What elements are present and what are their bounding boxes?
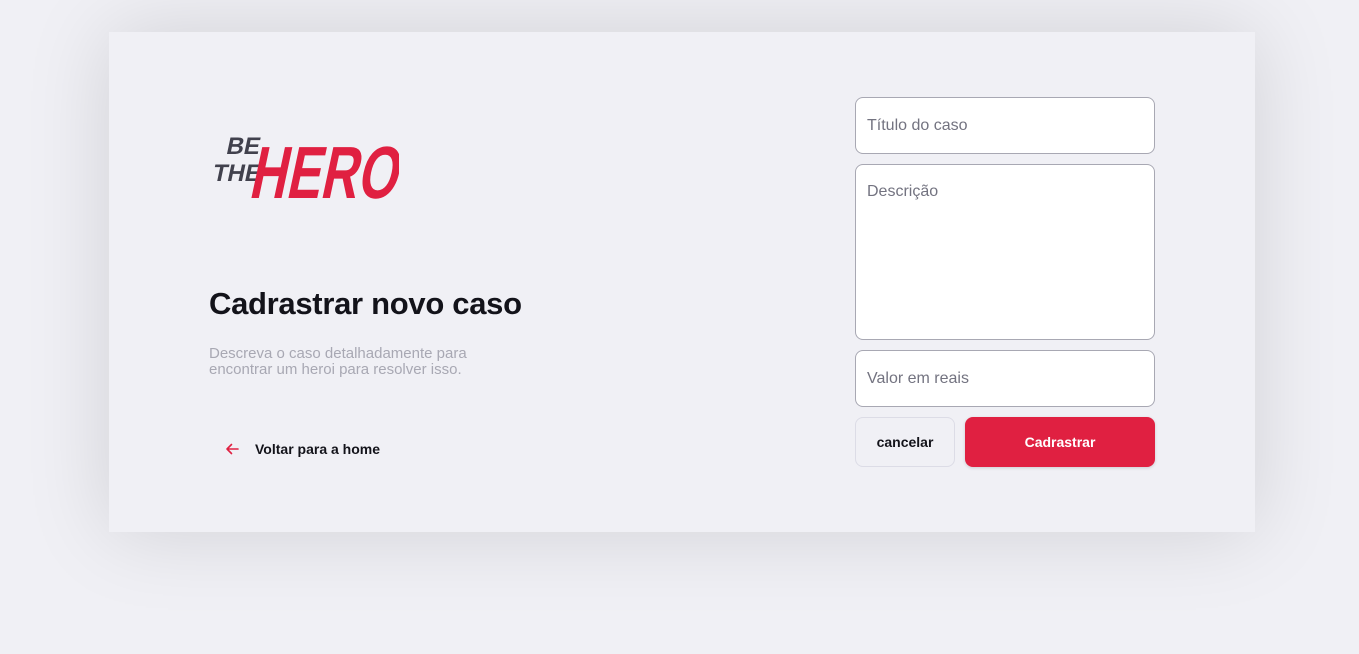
back-home-link[interactable]: Voltar para a home	[223, 440, 380, 458]
register-button[interactable]: Cadrastrar	[965, 417, 1155, 467]
case-value-input[interactable]	[855, 350, 1155, 407]
be-the-hero-logo: BE THE HERO	[209, 118, 399, 200]
register-case-card: BE THE HERO Cadrastrar novo caso Descrev…	[109, 32, 1255, 532]
left-section: BE THE HERO Cadrastrar novo caso Descrev…	[209, 32, 629, 532]
logo-text-hero: HERO	[245, 131, 399, 200]
case-description-textarea[interactable]	[855, 164, 1155, 340]
page-description: Descreva o caso detalhadamente para enco…	[209, 345, 467, 378]
page-title: Cadrastrar novo caso	[209, 286, 522, 321]
cancel-button[interactable]: cancelar	[855, 417, 955, 467]
arrow-left-icon	[223, 440, 241, 458]
back-home-label: Voltar para a home	[255, 441, 381, 457]
case-title-input[interactable]	[855, 97, 1155, 154]
